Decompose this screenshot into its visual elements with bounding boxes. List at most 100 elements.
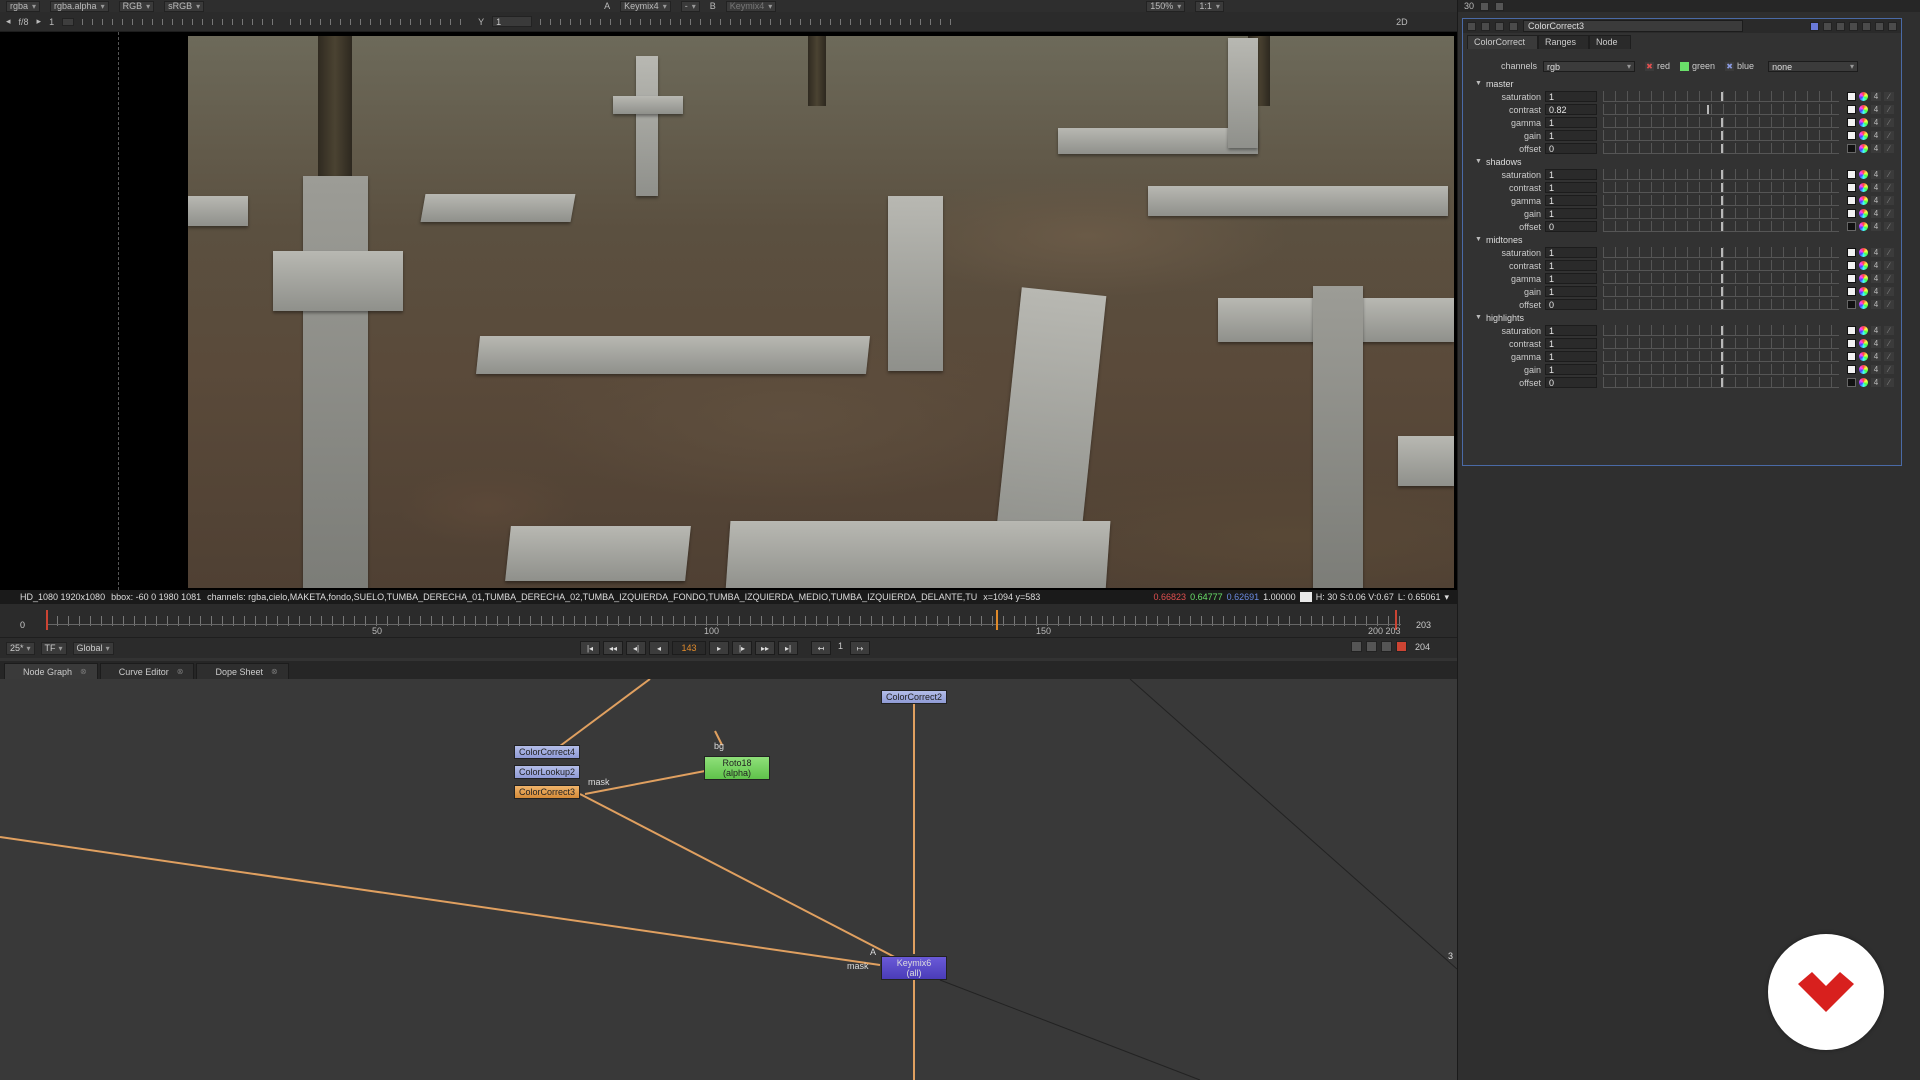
max-panels-field[interactable]: 30 — [1464, 1, 1474, 11]
undo-icon[interactable] — [1836, 21, 1845, 31]
animation-curve-icon[interactable]: ∕ — [1884, 144, 1894, 153]
color-swatch-button[interactable] — [1847, 326, 1856, 335]
knob-slider[interactable] — [1603, 104, 1839, 115]
ratio-dropdown[interactable]: 1:1 — [1195, 0, 1224, 12]
node-colorcorrect2[interactable]: ColorCorrect2 — [881, 690, 947, 704]
knob-value-field[interactable]: 1 — [1545, 182, 1597, 193]
prev-frame-button[interactable]: ◂| — [626, 641, 646, 655]
animation-curve-icon[interactable]: ∕ — [1884, 131, 1894, 140]
current-frame-field[interactable]: 143 — [672, 641, 706, 655]
lock-icon[interactable] — [1480, 1, 1490, 11]
viewer-canvas[interactable] — [0, 32, 1457, 590]
slider-handle[interactable] — [1721, 183, 1723, 192]
knob-slider[interactable] — [1603, 299, 1839, 310]
play-forward-button[interactable]: ▸ — [709, 641, 729, 655]
color-icon[interactable] — [1823, 21, 1832, 31]
split-channels-button[interactable]: 4 — [1871, 365, 1881, 374]
knob-value-field[interactable]: 1 — [1545, 169, 1597, 180]
close-icon[interactable] — [1888, 21, 1897, 31]
slider-handle[interactable] — [1721, 118, 1723, 127]
color-swatch-button[interactable] — [1847, 222, 1856, 231]
display-channel-dropdown[interactable]: RGB — [118, 0, 155, 12]
tab-curve-editor[interactable]: Curve Editor ⊗ — [99, 663, 195, 679]
frame-step-field[interactable]: f/8 — [19, 17, 29, 27]
slider-handle[interactable] — [1721, 196, 1723, 205]
color-swatch-button[interactable] — [1847, 274, 1856, 283]
slider-handle[interactable] — [1721, 209, 1723, 218]
green-checkbox[interactable]: green — [1680, 61, 1715, 71]
animation-curve-icon[interactable]: ∕ — [1884, 222, 1894, 231]
knob-slider[interactable] — [1603, 208, 1839, 219]
slider-handle[interactable] — [1721, 352, 1723, 361]
color-wheel-icon[interactable] — [1859, 209, 1868, 218]
split-channels-button[interactable]: 4 — [1871, 339, 1881, 348]
color-swatch-button[interactable] — [1847, 196, 1856, 205]
playhead[interactable] — [996, 610, 999, 630]
collapse-icon[interactable] — [1467, 21, 1476, 31]
knob-value-field[interactable]: 1 — [1545, 247, 1597, 258]
color-wheel-icon[interactable] — [1859, 92, 1868, 101]
knob-slider[interactable] — [1603, 195, 1839, 206]
knob-value-field[interactable]: 1 — [1545, 286, 1597, 297]
step-back-button[interactable]: ↤ — [811, 641, 831, 655]
red-checkbox[interactable]: ✖ red — [1645, 61, 1670, 71]
tf-dropdown[interactable]: TF — [40, 641, 67, 655]
color-swatch-button[interactable] — [1847, 352, 1856, 361]
knob-value-field[interactable]: 1 — [1545, 195, 1597, 206]
split-channels-button[interactable]: 4 — [1871, 209, 1881, 218]
animation-curve-icon[interactable]: ∕ — [1884, 183, 1894, 192]
split-channels-button[interactable]: 4 — [1871, 144, 1881, 153]
color-swatch-button[interactable] — [1847, 118, 1856, 127]
split-channels-button[interactable]: 4 — [1871, 222, 1881, 231]
split-channels-button[interactable]: 4 — [1871, 118, 1881, 127]
color-wheel-icon[interactable] — [1859, 274, 1868, 283]
knob-slider[interactable] — [1603, 338, 1839, 349]
step-field[interactable]: 1 — [834, 641, 847, 655]
split-channels-button[interactable]: 4 — [1871, 300, 1881, 309]
color-wheel-icon[interactable] — [1859, 287, 1868, 296]
knob-slider[interactable] — [1603, 247, 1839, 258]
slider-handle[interactable] — [1721, 131, 1723, 140]
close-icon[interactable]: ⊗ — [80, 667, 87, 676]
animation-curve-icon[interactable]: ∕ — [1884, 196, 1894, 205]
tab-colorcorrect[interactable]: ColorCorrect — [1467, 35, 1539, 49]
slider-handle[interactable] — [1721, 222, 1723, 231]
y-field[interactable]: 1 — [492, 16, 533, 27]
channels-dropdown[interactable]: rgb — [1543, 60, 1635, 72]
color-swatch-button[interactable] — [1847, 261, 1856, 270]
animation-curve-icon[interactable]: ∕ — [1884, 248, 1894, 257]
node-colorlookup2[interactable]: ColorLookup2 — [514, 765, 580, 779]
knob-value-field[interactable]: 1 — [1545, 260, 1597, 271]
color-wheel-icon[interactable] — [1859, 326, 1868, 335]
knob-value-field[interactable]: 1 — [1545, 117, 1597, 128]
gain-icon[interactable] — [62, 17, 75, 26]
revert-icon[interactable] — [1862, 21, 1871, 31]
slider-handle[interactable] — [1721, 170, 1723, 179]
knob-slider[interactable] — [1603, 182, 1839, 193]
split-channels-button[interactable]: 4 — [1871, 248, 1881, 257]
animation-curve-icon[interactable]: ∕ — [1884, 209, 1894, 218]
tab-dope-sheet[interactable]: Dope Sheet ⊗ — [196, 663, 289, 679]
slider-handle[interactable] — [1721, 261, 1723, 270]
in-point-marker[interactable] — [46, 610, 48, 630]
knob-slider[interactable] — [1603, 260, 1839, 271]
color-swatch-button[interactable] — [1847, 287, 1856, 296]
slider-handle[interactable] — [1721, 248, 1723, 257]
split-channels-button[interactable]: 4 — [1871, 131, 1881, 140]
slider-handle[interactable] — [1721, 274, 1723, 283]
play-backward-button[interactable]: ◂ — [649, 641, 669, 655]
animation-curve-icon[interactable]: ∕ — [1884, 118, 1894, 127]
group-header-midtones[interactable]: midtones — [1463, 233, 1903, 246]
input-b-dropdown[interactable]: Keymix4 — [725, 0, 777, 12]
animation-curve-icon[interactable]: ∕ — [1884, 365, 1894, 374]
node-roto18[interactable]: Roto18 (alpha) — [704, 756, 770, 780]
color-swatch-button[interactable] — [1847, 378, 1856, 387]
animation-curve-icon[interactable]: ∕ — [1884, 287, 1894, 296]
monitor-icon[interactable] — [1351, 641, 1362, 652]
clear-icon[interactable] — [1495, 1, 1505, 11]
slider-handle[interactable] — [1721, 92, 1723, 101]
color-wheel-icon[interactable] — [1859, 144, 1868, 153]
knob-value-field[interactable]: 1 — [1545, 351, 1597, 362]
lock-icon[interactable] — [1381, 641, 1392, 652]
knob-slider[interactable] — [1603, 325, 1839, 336]
